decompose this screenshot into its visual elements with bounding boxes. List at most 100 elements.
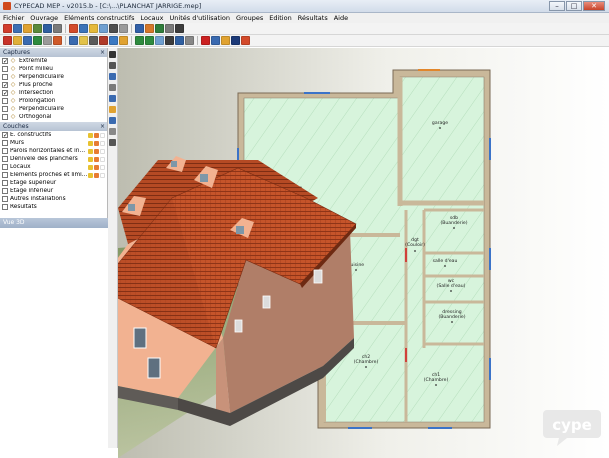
captures-checkbox-0[interactable] (2, 58, 8, 64)
snap-icon[interactable] (109, 128, 116, 135)
layers-checkbox-6[interactable] (2, 180, 8, 186)
tb2-tool-9-icon[interactable] (99, 36, 108, 45)
menu-groupes[interactable]: Groupes (236, 14, 263, 22)
tb1-tool-4-icon[interactable] (43, 24, 52, 33)
move-icon[interactable] (109, 62, 116, 69)
layers-item-8[interactable]: Autres installations (0, 195, 107, 203)
captures-item-6[interactable]: ◇ Perpendiculaire (0, 105, 107, 113)
layers-checkbox-2[interactable] (2, 148, 8, 154)
tb1-tool-10-icon[interactable] (109, 24, 118, 33)
tb2-tool-17-icon[interactable] (185, 36, 194, 45)
menu-resultats[interactable]: Résultats (298, 14, 328, 22)
layers-checkbox-9[interactable] (2, 204, 8, 210)
tb1-tool-6-icon[interactable] (69, 24, 78, 33)
tb2-tool-19-icon[interactable] (211, 36, 220, 45)
layers-checkbox-0[interactable] (2, 132, 8, 138)
layer-visibility-icons[interactable] (88, 140, 105, 146)
tb2-tool-12-icon[interactable] (135, 36, 144, 45)
zoom-icon[interactable] (109, 73, 116, 80)
layers-checkbox-8[interactable] (2, 196, 8, 202)
layer-visibility-icons[interactable] (88, 164, 105, 170)
captures-checkbox-3[interactable] (2, 82, 8, 88)
tb1-tool-0-icon[interactable] (3, 24, 12, 33)
tb1-tool-13-icon[interactable] (145, 24, 154, 33)
layers-checkbox-4[interactable] (2, 164, 8, 170)
tb2-tool-10-icon[interactable] (109, 36, 118, 45)
tb1-tool-5-icon[interactable] (53, 24, 62, 33)
tb2-tool-21-icon[interactable] (231, 36, 240, 45)
tb2-tool-7-icon[interactable] (79, 36, 88, 45)
menu-ouvrage[interactable]: Ouvrage (30, 14, 58, 22)
tb2-tool-3-icon[interactable] (33, 36, 42, 45)
menu-aide[interactable]: Aide (334, 14, 348, 22)
layer-visibility-icons[interactable] (88, 132, 105, 138)
captures-item-5[interactable]: ◇ Prolongation (0, 97, 107, 105)
layer-visibility-icons[interactable] (88, 156, 105, 162)
orbit-icon[interactable] (109, 139, 116, 146)
captures-checkbox-6[interactable] (2, 106, 8, 112)
minimize-button[interactable]: – (549, 1, 565, 11)
layers-item-7[interactable]: Etage inférieur (0, 187, 107, 195)
captures-checkbox-5[interactable] (2, 98, 8, 104)
tb2-tool-15-icon[interactable] (165, 36, 174, 45)
menu-locaux[interactable]: Locaux (141, 14, 164, 22)
tb2-tool-18-icon[interactable] (201, 36, 210, 45)
captures-item-2[interactable]: ◇ Perpendiculaire (0, 73, 107, 81)
menu-unites-utilisation[interactable]: Unités d'utilisation (170, 14, 231, 22)
layer-visibility-icons[interactable] (88, 172, 105, 178)
layer-visibility-icons[interactable] (88, 148, 105, 154)
captures-item-4[interactable]: ◇Intersection (0, 89, 107, 97)
layers-checkbox-3[interactable] (2, 156, 8, 162)
tb2-tool-11-icon[interactable] (119, 36, 128, 45)
captures-item-1[interactable]: ◇ Point milieu (0, 65, 107, 73)
layers-icon[interactable] (109, 106, 116, 113)
measure-icon[interactable] (109, 117, 116, 124)
tb2-tool-1-icon[interactable] (13, 36, 22, 45)
tb1-tool-16-icon[interactable] (175, 24, 184, 33)
tb2-tool-2-icon[interactable] (23, 36, 32, 45)
menu-fichier[interactable]: Fichier (3, 14, 24, 22)
grid-icon[interactable] (109, 95, 116, 102)
tb2-tool-16-icon[interactable] (175, 36, 184, 45)
layers-item-6[interactable]: Etage supérieur (0, 179, 107, 187)
tb1-tool-15-icon[interactable] (165, 24, 174, 33)
layers-item-0[interactable]: E. constructifs (0, 131, 107, 139)
tb2-tool-5-icon[interactable] (53, 36, 62, 45)
tb1-tool-9-icon[interactable] (99, 24, 108, 33)
captures-item-7[interactable]: ◇ Orthogonal (0, 113, 107, 121)
tb2-tool-0-icon[interactable] (3, 36, 12, 45)
layers-checkbox-7[interactable] (2, 188, 8, 194)
layers-item-4[interactable]: Locaux (0, 163, 107, 171)
captures-checkbox-7[interactable] (2, 114, 8, 120)
tb1-tool-3-icon[interactable] (33, 24, 42, 33)
tb1-tool-2-icon[interactable] (23, 24, 32, 33)
captures-checkbox-2[interactable] (2, 74, 8, 80)
tb1-tool-8-icon[interactable] (89, 24, 98, 33)
close-button[interactable]: ✕ (583, 1, 605, 11)
tb2-tool-8-icon[interactable] (89, 36, 98, 45)
layers-item-9[interactable]: Résultats (0, 203, 107, 211)
tb1-tool-7-icon[interactable] (79, 24, 88, 33)
captures-checkbox-4[interactable] (2, 90, 8, 96)
layers-item-5[interactable]: Eléments proches et limites de l... (0, 171, 107, 179)
layers-checkbox-5[interactable] (2, 172, 8, 178)
pan-icon[interactable] (109, 84, 116, 91)
layers-item-3[interactable]: Dénivelé des planchers (0, 155, 107, 163)
tb1-tool-1-icon[interactable] (13, 24, 22, 33)
menu-edition[interactable]: Edition (269, 14, 292, 22)
menu-elements-constructifs[interactable]: Eléments constructifs (64, 14, 134, 22)
tb2-tool-13-icon[interactable] (145, 36, 154, 45)
captures-checkbox-1[interactable] (2, 66, 8, 72)
tb2-tool-6-icon[interactable] (69, 36, 78, 45)
tb2-tool-4-icon[interactable] (43, 36, 52, 45)
tb2-tool-14-icon[interactable] (155, 36, 164, 45)
captures-item-3[interactable]: ◇Plus proche (0, 81, 107, 89)
layers-checkbox-1[interactable] (2, 140, 8, 146)
tb1-tool-14-icon[interactable] (155, 24, 164, 33)
maximize-button[interactable]: □ (566, 1, 582, 11)
layers-item-2[interactable]: Parois horizontales et inclinées (0, 147, 107, 155)
drawing-canvas[interactable]: garage salon cuisine dgt (Couloir) sdb (… (118, 48, 609, 458)
tb1-tool-11-icon[interactable] (119, 24, 128, 33)
layers-item-1[interactable]: Murs (0, 139, 107, 147)
tb1-tool-12-icon[interactable] (135, 24, 144, 33)
